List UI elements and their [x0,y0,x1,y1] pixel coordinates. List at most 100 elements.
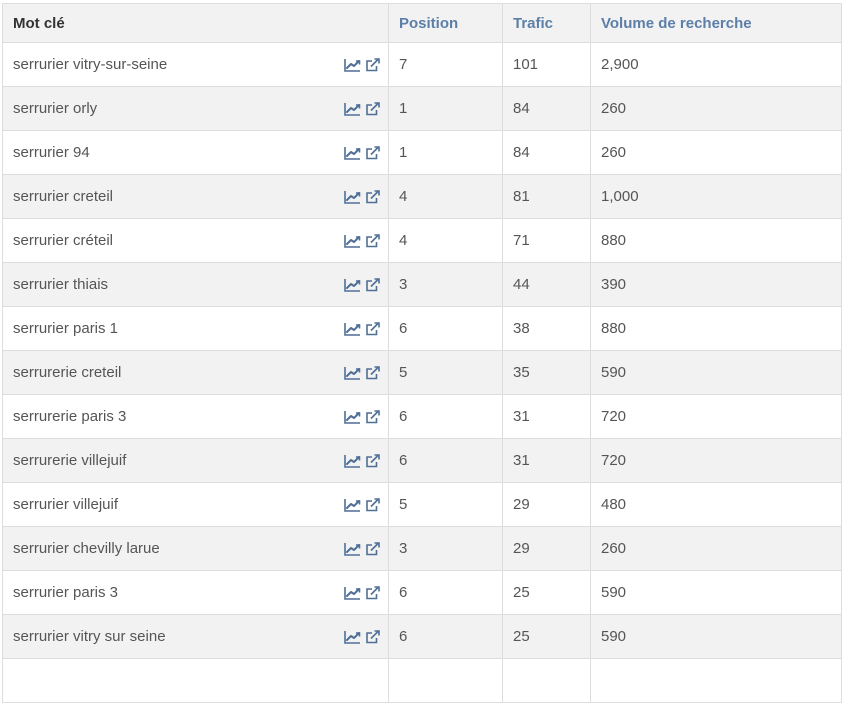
keyword-text: serrurerie villejuif [13,452,127,469]
trend-chart-icon[interactable] [344,498,361,512]
header-row: Mot clé Position Trafic Volume de recher… [2,3,842,43]
keyword-cell: serrurier vitry-sur-seine [2,42,389,87]
trend-chart-icon[interactable] [344,278,361,292]
traffic-cell: 35 [502,350,591,395]
trend-chart-icon[interactable] [344,146,361,160]
position-cell: 7 [388,42,503,87]
row-actions [344,453,380,468]
keyword-cell: serrurier chevilly larue [2,526,389,571]
volume-cell: 260 [590,130,842,175]
external-link-icon[interactable] [365,365,380,380]
external-link-icon[interactable] [365,189,380,204]
trend-chart-icon[interactable] [344,234,361,248]
external-link-icon[interactable] [365,541,380,556]
trend-chart-icon[interactable] [344,542,361,556]
position-cell: 6 [388,614,503,659]
keyword-cell: serrurier vitry sur seine [2,614,389,659]
row-actions [344,189,380,204]
traffic-cell: 81 [502,174,591,219]
volume-cell: 390 [590,262,842,307]
volume-cell: 480 [590,482,842,527]
keyword-cell [2,658,389,703]
external-link-icon[interactable] [365,277,380,292]
table-row: serrurier chevilly larue 3 29 260 [2,526,842,571]
trend-chart-icon[interactable] [344,366,361,380]
trend-chart-icon[interactable] [344,102,361,116]
volume-cell: 720 [590,438,842,483]
keyword-cell: serrurier orly [2,86,389,131]
keyword-text: serrurier villejuif [13,496,119,513]
row-actions [344,277,380,292]
keyword-cell: serrurier 94 [2,130,389,175]
traffic-cell: 38 [502,306,591,351]
external-link-icon[interactable] [365,101,380,116]
volume-cell: 1,000 [590,174,842,219]
column-header-traffic[interactable]: Trafic [502,3,591,43]
table-row: serrurerie paris 3 6 31 720 [2,394,842,439]
external-link-icon[interactable] [365,233,380,248]
row-actions [344,101,380,116]
row-actions [344,57,380,72]
position-cell: 3 [388,526,503,571]
traffic-cell: 25 [502,614,591,659]
external-link-icon[interactable] [365,453,380,468]
column-header-keyword: Mot clé [2,3,389,43]
position-cell: 6 [388,570,503,615]
table-body: serrurier vitry-sur-seine 7 101 2,900 se… [2,42,842,703]
table-row: serrurier thiais 3 44 390 [2,262,842,307]
row-actions [344,321,380,336]
volume-cell: 720 [590,394,842,439]
external-link-icon[interactable] [365,145,380,160]
trend-chart-icon[interactable] [344,630,361,644]
table-row: serrurier créteil 4 71 880 [2,218,842,263]
table-row: serrurier paris 3 6 25 590 [2,570,842,615]
table-header: Mot clé Position Trafic Volume de recher… [2,3,842,43]
traffic-cell: 84 [502,86,591,131]
position-cell: 4 [388,218,503,263]
position-cell [388,658,503,703]
traffic-cell: 44 [502,262,591,307]
table-row [2,658,842,703]
keyword-cell: serrurerie creteil [2,350,389,395]
table-row: serrurerie villejuif 6 31 720 [2,438,842,483]
external-link-icon[interactable] [365,57,380,72]
traffic-cell: 29 [502,526,591,571]
column-header-volume[interactable]: Volume de recherche [590,3,842,43]
external-link-icon[interactable] [365,497,380,512]
trend-chart-icon[interactable] [344,410,361,424]
row-actions [344,409,380,424]
traffic-cell [502,658,591,703]
column-header-position[interactable]: Position [388,3,503,43]
position-cell: 1 [388,130,503,175]
volume-cell: 260 [590,526,842,571]
row-actions [344,585,380,600]
position-cell: 4 [388,174,503,219]
keyword-text: serrurier paris 1 [13,320,119,337]
table-row: serrurier 94 1 84 260 [2,130,842,175]
external-link-icon[interactable] [365,409,380,424]
volume-cell: 260 [590,86,842,131]
keywords-table: Mot clé Position Trafic Volume de recher… [2,3,842,703]
table-row: serrurerie creteil 5 35 590 [2,350,842,395]
position-cell: 5 [388,482,503,527]
traffic-cell: 31 [502,438,591,483]
trend-chart-icon[interactable] [344,586,361,600]
keyword-cell: serrurerie paris 3 [2,394,389,439]
trend-chart-icon[interactable] [344,322,361,336]
keyword-cell: serrurier créteil [2,218,389,263]
traffic-cell: 71 [502,218,591,263]
external-link-icon[interactable] [365,585,380,600]
keyword-text: serrurier paris 3 [13,584,119,601]
keyword-text: serrurerie creteil [13,364,122,381]
external-link-icon[interactable] [365,321,380,336]
row-actions [344,365,380,380]
trend-chart-icon[interactable] [344,190,361,204]
keyword-cell: serrurier villejuif [2,482,389,527]
table-row: serrurier orly 1 84 260 [2,86,842,131]
row-actions [344,497,380,512]
trend-chart-icon[interactable] [344,58,361,72]
external-link-icon[interactable] [365,629,380,644]
trend-chart-icon[interactable] [344,454,361,468]
keyword-cell: serrurier paris 3 [2,570,389,615]
keyword-text: serrurier vitry sur seine [13,628,166,645]
